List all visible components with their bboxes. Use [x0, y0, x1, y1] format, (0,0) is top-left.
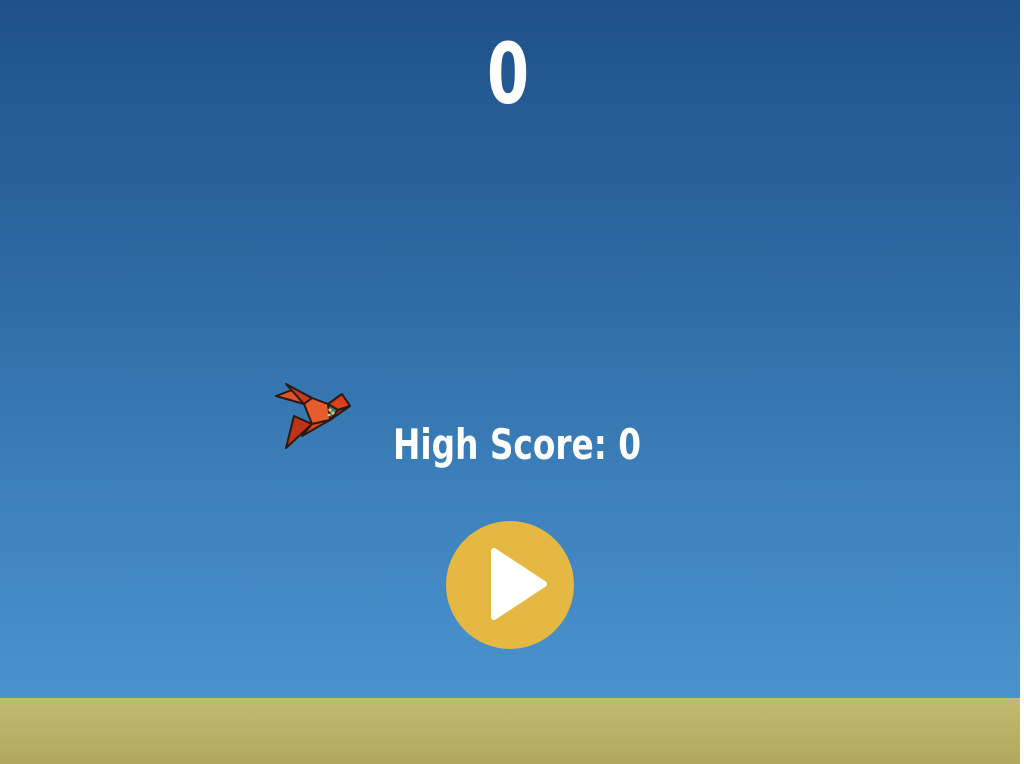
- current-score: 0: [486, 25, 530, 123]
- ground: [0, 698, 1022, 764]
- origami-bird-icon: [275, 383, 351, 449]
- high-score-label: High Score: 0: [393, 420, 642, 469]
- game-canvas[interactable]: 0 High Score: 0: [0, 0, 1022, 764]
- play-icon: [491, 548, 547, 620]
- viewport-edge: [1020, 0, 1022, 764]
- play-button[interactable]: [446, 521, 574, 649]
